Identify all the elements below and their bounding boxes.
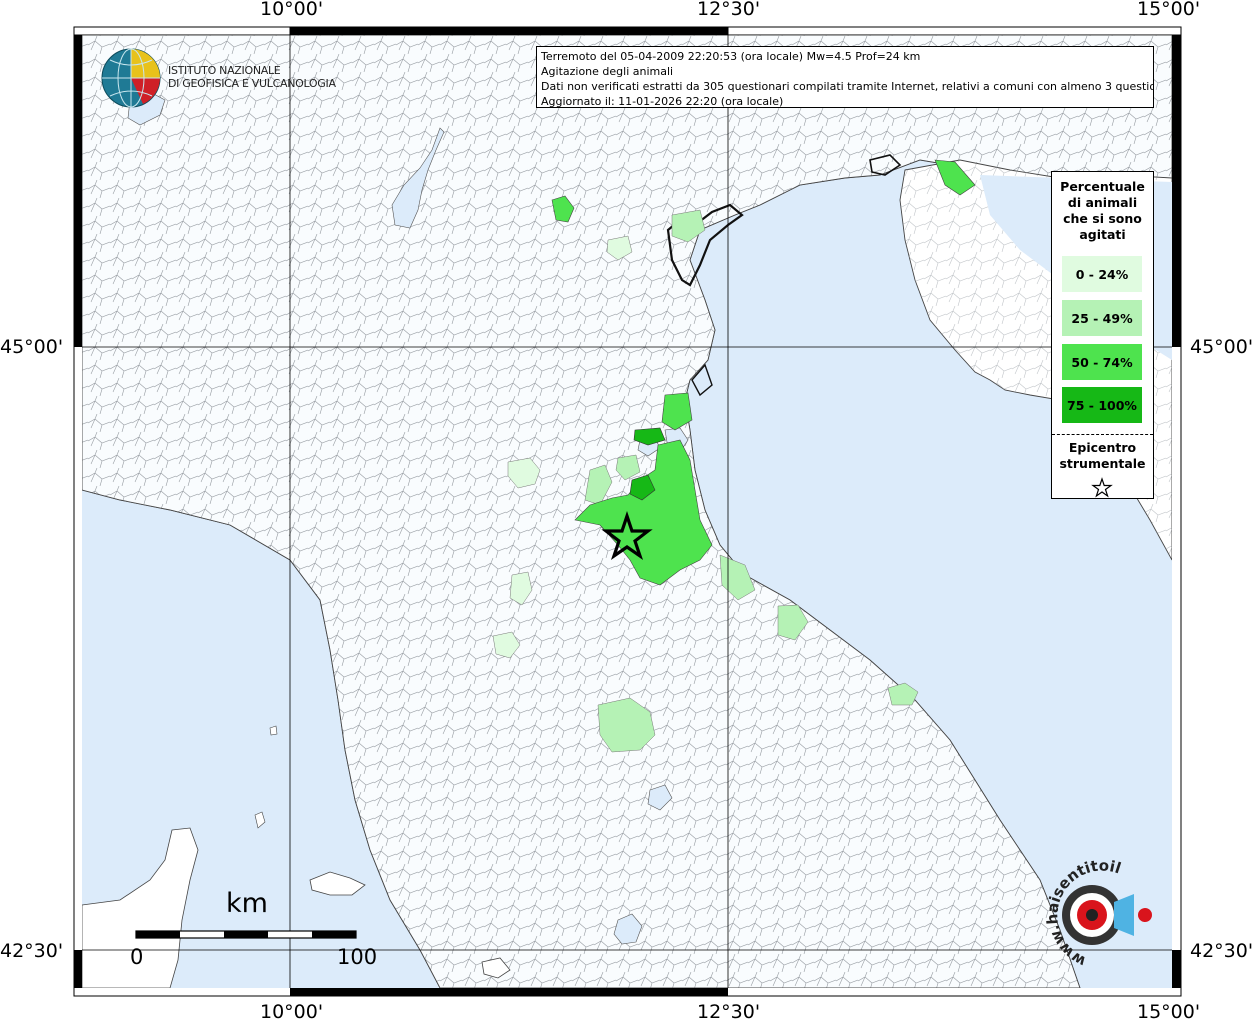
legend: Percentuale di animali che si sono agita… [1051, 171, 1154, 499]
legend-title-line: agitati [1079, 227, 1126, 242]
legend-title: Percentuale di animali che si sono agita… [1052, 172, 1153, 243]
scale-min: 0 [130, 945, 144, 969]
legend-epicenter-line: strumentale [1059, 456, 1146, 471]
legend-epicenter-line: Epicentro [1068, 440, 1137, 455]
legend-title-line: di animali [1067, 195, 1138, 210]
map-subject: Agitazione degli animali [541, 65, 674, 78]
legend-epicenter-label: Epicentro strumentale [1052, 440, 1153, 472]
ingv-logo-icon [101, 48, 161, 108]
lon-label-top-12-30: 12°30' [697, 0, 761, 20]
lon-label-top-15: 15°00' [1137, 0, 1201, 20]
legend-title-line: Percentuale [1060, 179, 1145, 194]
lat-label-right-45: 45°00' [1190, 336, 1254, 358]
scale-max: 100 [337, 945, 378, 969]
data-disclaimer: Dati non verificati estratti da 305 ques… [541, 80, 1154, 93]
legend-title-line: che si sono [1063, 211, 1142, 226]
scale-bar [135, 930, 357, 939]
scale-unit: km [226, 888, 268, 919]
haisentito-logo-icon: www.haisentitoilterremoto.it [1030, 860, 1152, 984]
lon-label-bottom-15: 15°00' [1137, 1001, 1201, 1023]
event-header: Terremoto del 05-04-2009 22:20:53 (ora l… [541, 50, 921, 63]
event-info-box: Terremoto del 05-04-2009 22:20:53 (ora l… [536, 46, 1154, 108]
ingv-line2: DI GEOFISICA E VULCANOLOGIA [168, 77, 336, 90]
legend-class-25-49: 25 - 49% [1062, 300, 1142, 336]
ingv-logo-text: ISTITUTO NAZIONALE DI GEOFISICA E VULCAN… [168, 64, 336, 90]
lat-label-left-42-30: 42°30' [0, 940, 64, 962]
legend-class-0-24: 0 - 24% [1062, 256, 1142, 292]
lat-label-left-45: 45°00' [0, 336, 64, 358]
ingv-line1: ISTITUTO NAZIONALE [168, 64, 281, 77]
update-timestamp: Aggiornato il: 11-01-2026 22:20 (ora loc… [541, 95, 784, 108]
lon-label-top-10: 10°00' [260, 0, 324, 20]
lon-label-bottom-10: 10°00' [260, 1001, 324, 1023]
star-icon [1091, 477, 1113, 498]
legend-class-50-74: 50 - 74% [1062, 344, 1142, 380]
lat-label-right-42-30: 42°30' [1190, 940, 1254, 962]
lon-label-bottom-12-30: 12°30' [697, 1001, 761, 1023]
legend-divider [1052, 434, 1153, 435]
legend-class-75-100: 75 - 100% [1062, 387, 1142, 423]
